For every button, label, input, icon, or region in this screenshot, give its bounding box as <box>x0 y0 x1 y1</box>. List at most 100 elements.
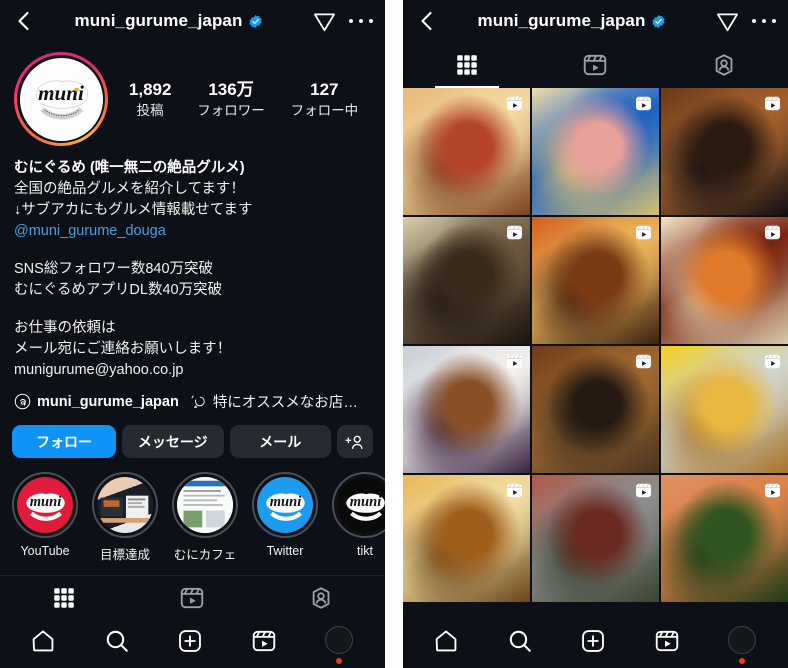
reel-play-icon <box>635 96 652 111</box>
more-options-icon[interactable] <box>752 10 776 32</box>
bio-line: SNS総フォロワー数840万突破 <box>14 261 214 277</box>
profile-action-buttons: フォロー メッセージ メール <box>0 412 385 458</box>
back-chevron-icon[interactable] <box>415 9 439 33</box>
bio-line: お仕事の依頼は <box>14 320 116 336</box>
reels-icon <box>584 54 607 76</box>
profile-summary-row: muni 1,892 投稿 136万 フォロワー 127 フォロー中 <box>0 42 385 150</box>
highlight-cover: muni <box>337 477 385 533</box>
dual-phone-screenshot: muni_gurume_japan muni 1,892 投稿 136万 フォロ… <box>0 0 788 668</box>
grid-post-dorayaki-cream-anko[interactable] <box>403 346 530 473</box>
bio-line: ↓サブアカにもグルメ情報載せてます <box>14 202 253 218</box>
story-ring[interactable]: muni <box>14 52 108 146</box>
bio-mention-link[interactable]: @muni_gurume_douga <box>14 221 371 242</box>
grid-post-cheeseburger-stack[interactable] <box>403 88 530 215</box>
header-title-group: muni_gurume_japan <box>36 11 302 31</box>
profile-bio: むにぐるめ (唯一無二の絶品グルメ) 全国の絶品グルメを紹介してます！ ↓サブア… <box>0 150 385 381</box>
nav-reels[interactable] <box>654 628 680 654</box>
reel-play-icon <box>635 354 652 369</box>
nav-profile[interactable] <box>728 626 758 664</box>
story-highlights: muni YouTube 目標達成 むにカフェ muni Twitter mun… <box>0 458 385 563</box>
grid-post-grilled-unagi-plate[interactable] <box>661 88 788 215</box>
tab-reels[interactable] <box>531 42 659 88</box>
highlight-item[interactable]: muni Twitter <box>252 472 318 563</box>
nav-home[interactable] <box>30 628 56 654</box>
grid-post-omurice-egg-sausage[interactable] <box>661 217 788 344</box>
nav-create[interactable] <box>177 628 203 654</box>
message-button[interactable]: メッセージ <box>122 425 224 458</box>
profile-avatar[interactable]: muni <box>19 57 103 141</box>
bio-spacer <box>14 301 371 318</box>
profile-avatar-icon <box>325 626 354 654</box>
notification-dot <box>739 658 746 664</box>
tab-posts-grid[interactable] <box>403 42 531 88</box>
bio-email: munigurume@yahoo.co.jp <box>14 362 184 378</box>
highlight-item[interactable]: muni YouTube <box>12 472 78 563</box>
bottom-navigation-bar <box>0 614 385 668</box>
highlight-item[interactable]: muni tikt <box>332 472 385 563</box>
stat-following[interactable]: 127 フォロー中 <box>291 79 359 120</box>
reel-play-icon <box>764 354 781 369</box>
highlight-label: tikt <box>357 544 373 558</box>
email-button[interactable]: メール <box>229 425 331 458</box>
posts-label: 投稿 <box>136 102 164 118</box>
svg-text:muni: muni <box>30 494 62 510</box>
verified-badge-icon <box>249 14 263 28</box>
reel-play-icon <box>506 354 523 369</box>
posts-count: 1,892 <box>128 79 172 99</box>
highlight-item[interactable]: むにカフェ <box>172 472 238 563</box>
avatar-logo: muni <box>35 80 88 120</box>
posts-grid <box>403 88 788 602</box>
grid-post-dango-skewers-outdoor[interactable] <box>661 475 788 602</box>
nav-search[interactable] <box>104 628 130 654</box>
suggest-users-button[interactable] <box>337 425 373 458</box>
share-paperplane-icon[interactable] <box>715 9 740 34</box>
more-options-icon[interactable] <box>349 10 373 32</box>
following-count: 127 <box>310 79 339 99</box>
grid-post-grilled-beef-yakiniku[interactable] <box>532 475 659 602</box>
grid-post-ramen-bowl-chashu[interactable] <box>532 88 659 215</box>
tab-tagged[interactable] <box>660 42 788 88</box>
nav-create[interactable] <box>580 628 606 654</box>
profile-stats: 1,892 投稿 136万 フォロワー 127 フォロー中 <box>108 79 371 120</box>
threads-badge-row[interactable]: muni_gurume_japan 特にオススメなお店を紹… <box>0 381 385 412</box>
notification-dot <box>336 658 343 664</box>
highlight-item[interactable]: 目標達成 <box>92 472 158 563</box>
stat-followers[interactable]: 136万 フォロワー <box>197 79 265 120</box>
share-paperplane-icon[interactable] <box>312 9 337 34</box>
reel-play-icon <box>764 483 781 498</box>
grid-post-unagi-donburi-pot[interactable] <box>532 346 659 473</box>
highlight-label: むにカフェ <box>173 548 237 562</box>
bio-line: メール宛にご連絡お願いします！ <box>14 341 232 357</box>
reel-play-icon <box>506 483 523 498</box>
highlight-label: Twitter <box>266 544 304 558</box>
tab-reels[interactable] <box>128 576 256 619</box>
svg-text:muni: muni <box>270 494 302 510</box>
svg-text:muni: muni <box>38 81 84 105</box>
profile-tab-bar <box>403 42 788 88</box>
nav-profile[interactable] <box>325 626 355 664</box>
nav-home[interactable] <box>433 628 459 654</box>
grid-post-lemon-bun-sandwich[interactable] <box>661 346 788 473</box>
profile-tab-bar <box>0 575 385 619</box>
threads-snippet: 特にオススメなお店を紹… <box>212 395 371 411</box>
back-chevron-icon[interactable] <box>12 9 36 33</box>
reel-play-icon <box>506 96 523 111</box>
grid-post-katsu-curry-mountain[interactable] <box>532 217 659 344</box>
follow-button[interactable]: フォロー <box>12 425 116 458</box>
tab-tagged[interactable] <box>257 576 385 619</box>
grid-post-chef-slicing-meat[interactable] <box>403 217 530 344</box>
page-title: muni_gurume_japan <box>74 11 243 30</box>
tab-posts-grid[interactable] <box>0 576 128 619</box>
add-user-icon <box>345 435 363 449</box>
grid-post-souffle-pancake-butter[interactable] <box>403 475 530 602</box>
highlight-cover <box>97 477 153 533</box>
highlight-cover <box>177 477 233 533</box>
stat-posts[interactable]: 1,892 投稿 <box>129 79 172 120</box>
header-title-group: muni_gurume_japan <box>439 11 705 31</box>
nav-reels[interactable] <box>251 628 277 654</box>
threads-icon <box>14 393 31 410</box>
grid-icon <box>54 587 74 608</box>
nav-search[interactable] <box>507 628 533 654</box>
followers-label: フォロワー <box>197 102 265 118</box>
bio-display-name: むにぐるめ (唯一無二の絶品グルメ) <box>14 160 245 176</box>
